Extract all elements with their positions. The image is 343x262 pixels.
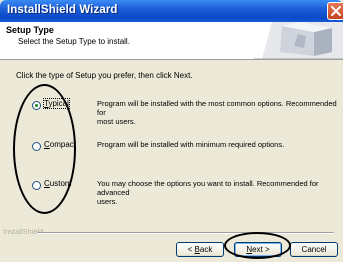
wizard-header: Setup Type Select the Setup Type to inst… [0,22,343,60]
close-button[interactable] [327,2,343,20]
instruction-text: Click the type of Setup you prefer, then… [16,71,193,80]
annotation-oval-next [224,232,291,259]
footer-divider [37,232,334,234]
title-bar[interactable]: InstallShield Wizard [0,0,343,22]
installer-window: InstallShield Wizard Setup Type Select t… [0,0,343,262]
back-button[interactable]: < Back [176,242,224,257]
page-subtitle: Select the Setup Type to install. [18,37,130,46]
installer-box-icon [254,22,343,59]
desc-typical: Program will be installed with the most … [97,99,337,126]
window-title: InstallShield Wizard [7,4,118,16]
cancel-button[interactable]: Cancel [290,242,338,257]
annotation-oval-options [13,84,76,214]
page-title: Setup Type [6,25,54,35]
close-icon [331,6,341,16]
desc-custom: You may choose the options you want to i… [97,179,319,206]
desc-compact: Program will be installed with minimum r… [97,140,285,149]
